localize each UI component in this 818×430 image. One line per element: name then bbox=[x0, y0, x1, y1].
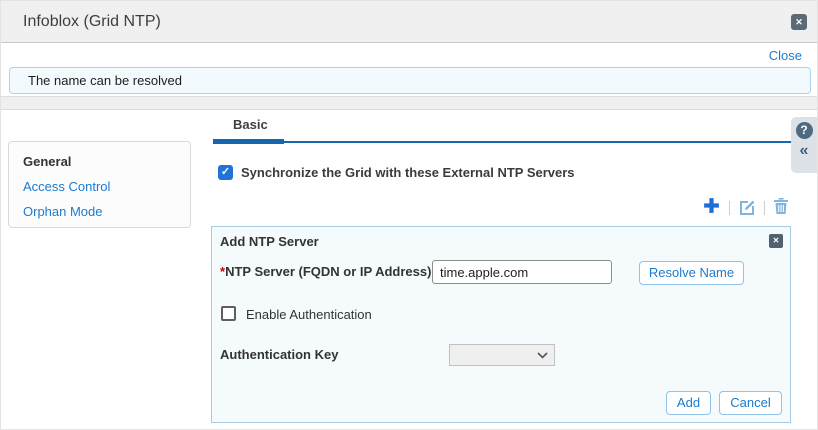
add-icon[interactable] bbox=[702, 196, 721, 220]
sidebar-item-orphan-mode[interactable]: Orphan Mode bbox=[9, 199, 190, 224]
sync-grid-label: Synchronize the Grid with these External… bbox=[241, 165, 575, 180]
divider-band bbox=[1, 96, 818, 110]
tab-basic[interactable]: Basic bbox=[233, 117, 268, 132]
authentication-key-select[interactable] bbox=[449, 344, 555, 366]
grid-ntp-dialog: Infoblox (Grid NTP) ✕ Close The name can… bbox=[0, 0, 818, 430]
chevron-down-icon bbox=[537, 352, 548, 359]
panel-close-icon[interactable]: ✕ bbox=[769, 234, 783, 248]
edit-icon[interactable] bbox=[738, 197, 756, 220]
sidebar-nav: General Access Control Orphan Mode bbox=[8, 141, 191, 228]
toolbar-separator bbox=[764, 201, 765, 215]
panel-title: Add NTP Server bbox=[220, 234, 319, 249]
resolve-name-button[interactable]: Resolve Name bbox=[639, 261, 744, 285]
ntp-server-label: *NTP Server (FQDN or IP Address) bbox=[220, 264, 431, 279]
add-button[interactable]: Add bbox=[666, 391, 711, 415]
help-icon[interactable]: ? bbox=[796, 122, 813, 139]
add-ntp-server-panel: Add NTP Server ✕ *NTP Server (FQDN or IP… bbox=[211, 226, 791, 423]
enable-authentication-label: Enable Authentication bbox=[246, 307, 372, 322]
ntp-server-input[interactable] bbox=[432, 260, 612, 284]
cancel-button[interactable]: Cancel bbox=[719, 391, 782, 415]
sidebar-item-access-control[interactable]: Access Control bbox=[9, 174, 190, 199]
sidebar-item-general[interactable]: General bbox=[9, 149, 190, 174]
trash-icon[interactable] bbox=[773, 197, 789, 220]
titlebar: Infoblox (Grid NTP) ✕ bbox=[1, 1, 818, 43]
close-link[interactable]: Close bbox=[769, 48, 802, 63]
tab-active-indicator bbox=[213, 139, 284, 144]
toolbar-separator bbox=[729, 201, 730, 215]
ntp-server-toolbar bbox=[702, 197, 789, 219]
dialog-close-icon[interactable]: ✕ bbox=[791, 14, 807, 30]
authentication-key-label: Authentication Key bbox=[220, 347, 338, 362]
status-message: The name can be resolved bbox=[9, 67, 811, 94]
sync-grid-checkbox[interactable]: ✓ bbox=[218, 165, 233, 180]
dialog-title: Infoblox (Grid NTP) bbox=[23, 1, 161, 43]
tab-underline bbox=[213, 141, 791, 143]
help-rail: ? « bbox=[791, 117, 817, 173]
collapse-panel-icon[interactable]: « bbox=[791, 142, 817, 160]
enable-authentication-checkbox[interactable] bbox=[221, 306, 236, 321]
